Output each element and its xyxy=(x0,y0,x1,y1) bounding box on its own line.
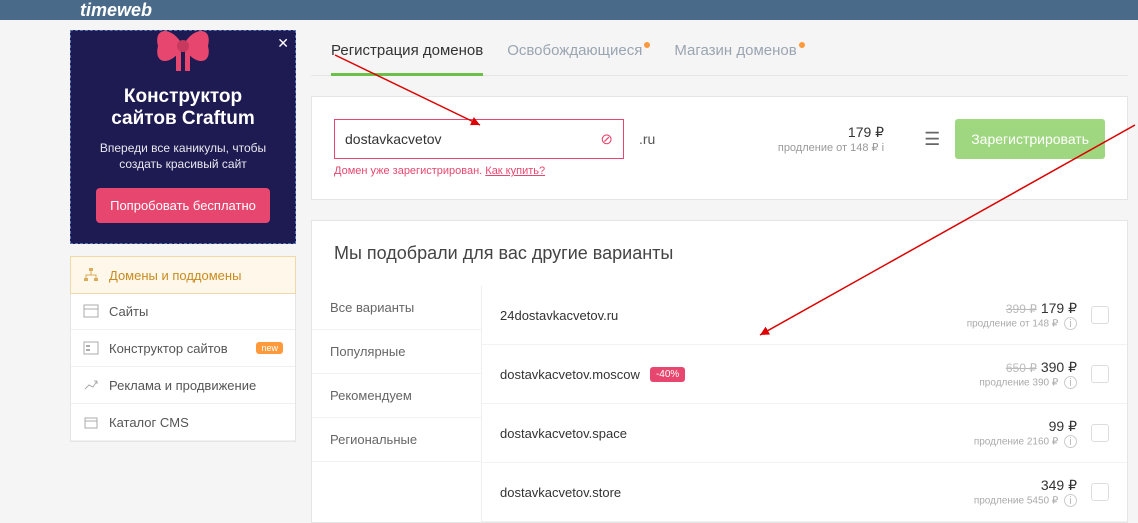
new-badge: new xyxy=(256,342,283,354)
result-price: 99 ₽ продление 2160 ₽ i xyxy=(974,418,1077,448)
result-domain[interactable]: dostavkacvetov.space xyxy=(500,426,627,441)
notification-dot-icon xyxy=(799,42,805,48)
error-text: Домен уже зарегистрирован. Как купить? xyxy=(334,165,624,177)
notification-dot-icon xyxy=(644,42,650,48)
suggestions-card: Мы подобрали для вас другие варианты Все… xyxy=(311,220,1128,523)
register-button[interactable]: Зарегистрировать xyxy=(955,119,1105,159)
result-checkbox[interactable] xyxy=(1091,483,1109,501)
sidebar-item-ads[interactable]: Реклама и продвижение xyxy=(71,367,295,404)
promo-title: Конструкторсайтов Craftum xyxy=(83,86,283,130)
forbidden-icon: ⊘ xyxy=(600,130,613,148)
how-to-buy-link[interactable]: Как купить? xyxy=(485,165,545,177)
tab-register[interactable]: Регистрация доменов xyxy=(331,42,483,76)
logo: timeweb xyxy=(80,0,152,21)
menu-icon[interactable]: ☰ xyxy=(924,129,940,150)
filter-all[interactable]: Все варианты xyxy=(312,286,481,330)
sidebar-item-builder[interactable]: Конструктор сайтов new xyxy=(71,330,295,367)
info-icon[interactable]: i xyxy=(1064,435,1077,448)
domain-input[interactable] xyxy=(345,131,600,147)
filter-recommend[interactable]: Рекомендуем xyxy=(312,374,481,418)
result-domain[interactable]: dostavkacvetov.store xyxy=(500,485,621,500)
discount-badge: -40% xyxy=(650,367,685,382)
info-icon[interactable]: i xyxy=(1064,376,1077,389)
tab-store[interactable]: Магазин доменов xyxy=(674,42,804,75)
side-nav: Домены и поддомены Сайты Конструктор сай… xyxy=(70,256,296,442)
close-icon[interactable]: ✕ xyxy=(277,35,289,52)
sidebar-item-label: Домены и поддомены xyxy=(109,268,241,283)
result-checkbox[interactable] xyxy=(1091,365,1109,383)
result-price: 399 ₽179 ₽ продление от 148 ₽ i xyxy=(967,300,1077,330)
sidebar-item-label: Конструктор сайтов xyxy=(109,341,228,356)
search-card: ⊘ Домен уже зарегистрирован. Как купить?… xyxy=(311,96,1128,200)
sidebar-item-label: Реклама и продвижение xyxy=(109,378,256,393)
result-price: 349 ₽ продление 5450 ₽ i xyxy=(974,477,1077,507)
results-list: 24dostavkacvetov.ru 399 ₽179 ₽ продление… xyxy=(482,286,1127,522)
sidebar-item-sites[interactable]: Сайты xyxy=(71,293,295,330)
chart-icon xyxy=(83,377,99,393)
result-domain[interactable]: 24dostavkacvetov.ru xyxy=(500,308,618,323)
price-box: 179 ₽ продление от 148 ₽ i xyxy=(778,124,884,154)
filter-popular[interactable]: Популярные xyxy=(312,330,481,374)
result-row: dostavkacvetov.space 99 ₽ продление 2160… xyxy=(482,404,1127,463)
sidebar-item-label: Сайты xyxy=(109,304,148,319)
window-icon xyxy=(83,303,99,319)
result-checkbox[interactable] xyxy=(1091,424,1109,442)
filter-regional[interactable]: Региональные xyxy=(312,418,481,462)
result-checkbox[interactable] xyxy=(1091,306,1109,324)
package-icon xyxy=(83,414,99,430)
sitemap-icon xyxy=(83,267,99,283)
bow-icon xyxy=(143,21,223,71)
info-icon[interactable]: i xyxy=(1064,317,1077,330)
result-row: dostavkacvetov.store 349 ₽ продление 545… xyxy=(482,463,1127,522)
sidebar-item-domains[interactable]: Домены и поддомены xyxy=(70,256,296,294)
builder-icon xyxy=(83,340,99,356)
tld-label: .ru xyxy=(639,131,655,147)
domain-input-wrap: ⊘ xyxy=(334,119,624,159)
suggestions-heading: Мы подобрали для вас другие варианты xyxy=(312,221,1127,286)
info-icon[interactable]: i xyxy=(882,142,884,154)
promo-text: Впереди все каникулы, чтобы создать крас… xyxy=(83,140,283,174)
tabs: Регистрация доменов Освобождающиеся Мага… xyxy=(311,30,1128,76)
result-domain[interactable]: dostavkacvetov.moscow xyxy=(500,367,640,382)
tab-expiring[interactable]: Освобождающиеся xyxy=(507,42,650,75)
promo-cta-button[interactable]: Попробовать бесплатно xyxy=(96,188,270,223)
info-icon[interactable]: i xyxy=(1064,494,1077,507)
top-bar: timeweb xyxy=(0,0,1138,20)
result-price: 650 ₽390 ₽ продление 390 ₽ i xyxy=(979,359,1077,389)
result-row: 24dostavkacvetov.ru 399 ₽179 ₽ продление… xyxy=(482,286,1127,345)
promo-banner: ✕ Конструкторсайтов Craftum Впереди все … xyxy=(70,30,296,244)
result-row: dostavkacvetov.moscow -40% 650 ₽390 ₽ пр… xyxy=(482,345,1127,404)
sidebar-item-cms[interactable]: Каталог CMS xyxy=(71,404,295,441)
sidebar-item-label: Каталог CMS xyxy=(109,415,189,430)
filter-column: Все варианты Популярные Рекомендуем Реги… xyxy=(312,286,482,522)
